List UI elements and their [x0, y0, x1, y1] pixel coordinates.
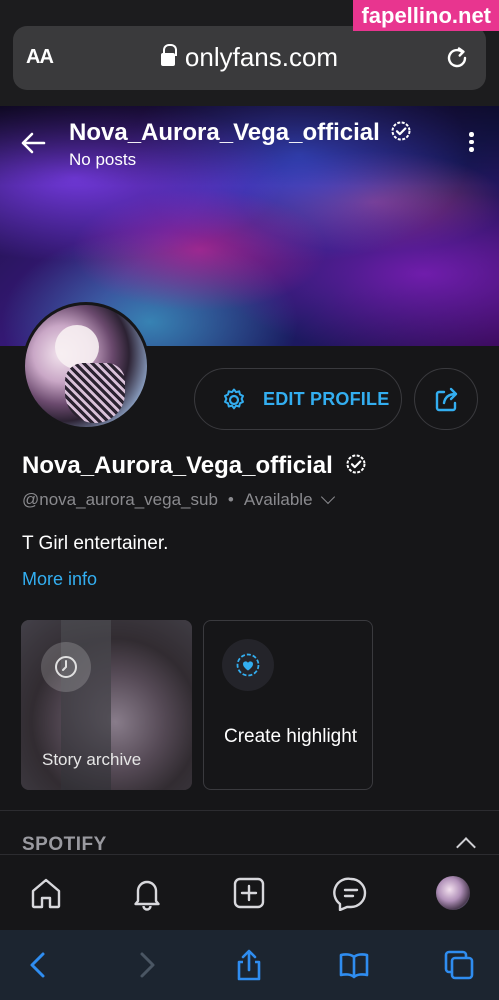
profile-avatar[interactable]	[22, 302, 150, 430]
bookmarks-icon[interactable]	[337, 948, 371, 982]
lock-icon	[160, 44, 177, 68]
messages-icon[interactable]	[333, 875, 369, 911]
address-bar[interactable]: AA onlyfans.com	[13, 26, 486, 90]
share-profile-button[interactable]	[414, 368, 478, 430]
add-post-icon[interactable]	[231, 875, 267, 911]
handle-row: @nova_aurora_vega_sub • Available	[22, 489, 335, 510]
display-name: Nova_Aurora_Vega_official	[22, 452, 367, 480]
home-icon[interactable]	[28, 875, 64, 911]
forward-icon[interactable]	[129, 948, 163, 982]
profile-avatar-nav[interactable]	[436, 876, 470, 910]
reload-icon[interactable]	[444, 45, 470, 71]
more-options-icon[interactable]	[469, 132, 475, 156]
highlight-heart-icon	[222, 639, 274, 691]
display-name-text: Nova_Aurora_Vega_official	[22, 452, 333, 479]
cover-name-text: Nova_Aurora_Vega_official	[69, 119, 380, 146]
share-icon[interactable]	[232, 948, 266, 982]
bell-icon[interactable]	[129, 875, 165, 911]
verified-icon	[346, 454, 366, 474]
more-info-link[interactable]: More info	[22, 569, 97, 590]
edit-profile-button[interactable]: EDIT PROFILE	[194, 368, 402, 430]
spotify-section-title: SPOTIFY	[22, 834, 107, 855]
story-archive-label: Story archive	[42, 750, 142, 769]
separator-dot: •	[227, 490, 234, 509]
create-highlight-card[interactable]: Create highlight	[203, 620, 373, 790]
divider	[0, 810, 499, 811]
tabs-icon[interactable]	[442, 948, 476, 982]
cover-title: Nova_Aurora_Vega_official	[69, 119, 412, 147]
chevron-down-icon[interactable]	[320, 489, 335, 505]
watermark: fapellino.net	[353, 0, 499, 31]
verified-icon	[391, 121, 411, 141]
share-icon	[435, 387, 458, 412]
url-text: onlyfans.com	[184, 42, 339, 72]
bio-text: T Girl entertainer.	[22, 533, 169, 554]
url-field[interactable]: onlyfans.com	[13, 42, 486, 73]
back-icon[interactable]	[22, 948, 56, 982]
clock-icon	[41, 642, 91, 692]
gear-icon	[224, 388, 244, 410]
handle: @nova_aurora_vega_sub	[22, 490, 218, 509]
profile-section: EDIT PROFILE Nova_Aurora_Vega_official @…	[0, 302, 499, 857]
availability-dropdown[interactable]: Available	[244, 490, 313, 509]
posts-status: No posts	[69, 150, 137, 169]
back-arrow-icon[interactable]	[20, 130, 46, 156]
browser-bottom-bar	[0, 930, 499, 1000]
create-highlight-label: Create highlight	[224, 726, 358, 747]
edit-profile-label: EDIT PROFILE	[263, 389, 390, 409]
app-bottom-nav	[0, 854, 499, 930]
story-archive-card[interactable]: Story archive	[21, 620, 192, 790]
